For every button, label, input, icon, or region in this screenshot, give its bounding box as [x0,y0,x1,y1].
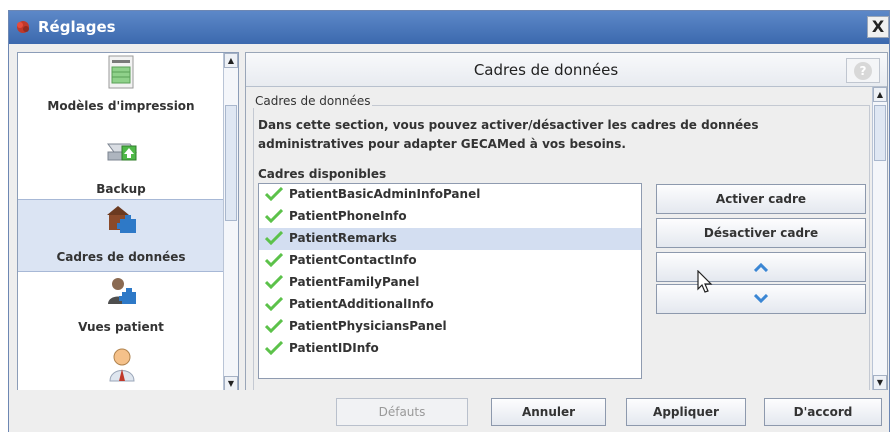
activate-frame-button[interactable]: Activer cadre [656,184,866,214]
check-icon [265,341,283,355]
settings-category-list: Modèles d'impression Backup Cadres de do… [17,52,239,392]
data-frames-panel: Cadres de données ? Cadres de données Da… [245,52,888,392]
app-icon [17,21,29,33]
backup-drive-icon [107,143,137,161]
check-icon [265,231,283,245]
chevron-up-icon [754,262,768,272]
apply-button[interactable]: Appliquer [626,398,746,426]
sidebar-scrollbar[interactable]: ▲ ▼ [223,53,238,391]
available-frames-list[interactable]: PatientBasicAdminInfoPanel PatientPhoneI… [258,183,642,379]
cancel-button[interactable]: Annuler [491,398,606,426]
sidebar-item-print-templates[interactable]: Modèles d'impression [18,53,224,126]
deactivate-frame-button[interactable]: Désactiver cadre [656,218,866,248]
sidebar-item-user[interactable] [18,345,224,391]
check-icon [265,275,283,289]
help-icon: ? [854,62,872,80]
settings-dialog: Réglages X Modèles d'impression Backup C… [8,10,890,432]
section-description: Dans cette section, vous pouvez activer/… [258,118,759,151]
panel-header: Cadres de données ? [246,53,887,87]
sidebar-item-data-frames[interactable]: Cadres de données [18,199,224,272]
list-item[interactable]: PatientBasicAdminInfoPanel [259,184,641,206]
sidebar-item-label: Vues patient [78,320,164,334]
patient-views-icon [108,278,136,304]
sidebar-item-label: Cadres de données [56,250,186,264]
list-item[interactable]: PatientContactInfo [259,250,641,272]
scrollbar-thumb[interactable] [874,105,886,161]
panel-scrollbar[interactable]: ▲ ▼ [872,87,887,391]
list-item[interactable]: PatientPhysiciansPanel [259,316,641,338]
mouse-pointer-icon [697,270,713,293]
user-icon [109,348,135,382]
check-icon [265,187,283,201]
dialog-button-bar: Défauts Annuler Appliquer D'accord [9,390,889,432]
check-icon [265,319,283,333]
scroll-up-arrow-icon[interactable]: ▲ [873,87,887,102]
scroll-down-arrow-icon[interactable]: ▼ [873,375,887,390]
panel-title: Cadres de données [473,61,619,79]
check-icon [265,209,283,223]
close-button[interactable]: X [867,16,889,38]
defaults-button[interactable]: Défauts [336,398,468,426]
scrollbar-thumb[interactable] [225,105,237,221]
data-frames-icon [107,206,136,233]
sidebar-item-patient-views[interactable]: Vues patient [18,272,224,345]
list-item-selected[interactable]: PatientRemarks [259,228,641,250]
list-item[interactable]: PatientPhoneInfo [259,206,641,228]
window-title: Réglages [38,18,116,36]
scroll-down-arrow-icon[interactable]: ▼ [224,376,238,391]
chevron-down-icon [754,294,768,304]
list-item[interactable]: PatientAdditionalInfo [259,294,641,316]
check-icon [265,253,283,267]
print-template-icon [108,55,134,89]
group-title: Cadres de données [253,94,373,108]
available-frames-label: Cadres disponibles [258,167,387,181]
move-down-button[interactable] [656,284,866,314]
sidebar-item-label: Backup [96,182,146,196]
sidebar-item-label: Modèles d'impression [47,99,195,113]
check-icon [265,297,283,311]
ok-button[interactable]: D'accord [764,398,882,426]
title-bar: Réglages X [9,11,889,44]
scroll-up-arrow-icon[interactable]: ▲ [224,53,238,68]
sidebar-item-backup[interactable]: Backup [18,126,224,199]
move-up-button[interactable] [656,252,866,282]
list-item[interactable]: PatientFamilyPanel [259,272,641,294]
list-item[interactable]: PatientIDInfo [259,338,641,360]
help-button[interactable]: ? [846,58,880,83]
